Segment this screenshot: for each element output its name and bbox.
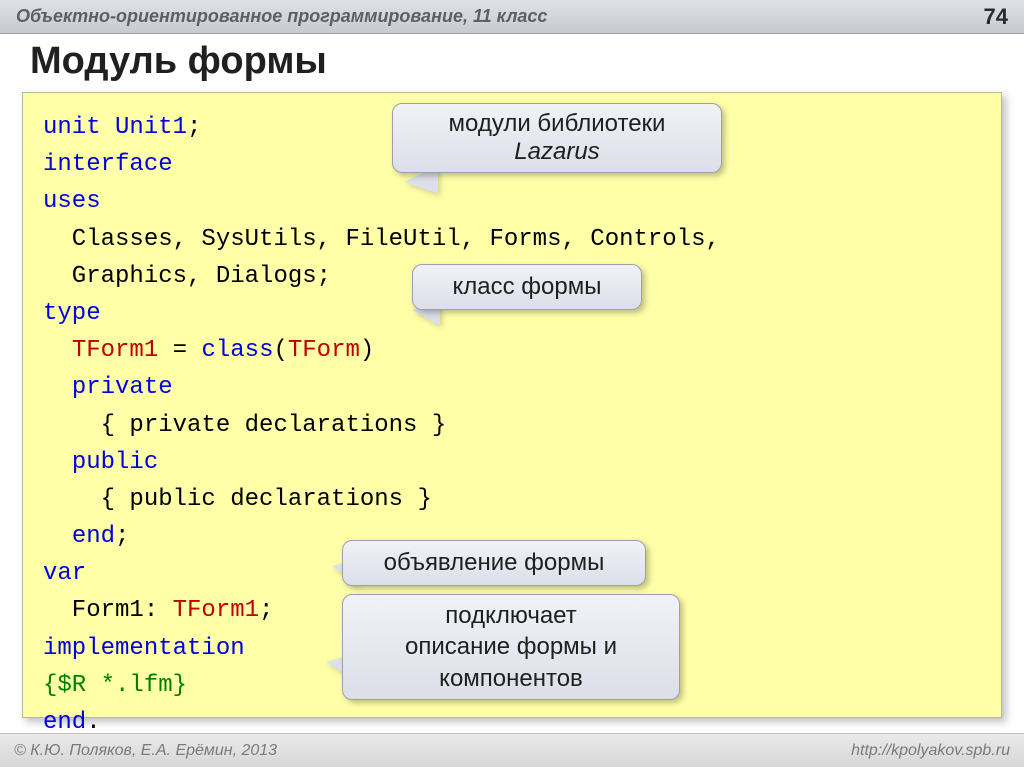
callout-lfm-include: подключает описание формы и компонентов [342,594,680,700]
comment-private: { private declarations } [43,412,446,439]
kw-private: private [72,374,173,401]
type-tform1: TForm1 [72,337,158,364]
callout-text: компонентов [439,663,583,694]
semicolon: ; [187,114,201,141]
callout-text: модули библиотеки [449,110,666,138]
slide: Объектно-ориентированное программировани… [0,0,1024,767]
kw-unit: unit [43,114,115,141]
header-bar: Объектно-ориентированное программировани… [0,0,1024,34]
indent [43,449,72,476]
kw-end: end [72,523,115,550]
id-unit1: Unit1 [115,114,187,141]
comment-public: { public declarations } [43,486,432,513]
eq: = [158,337,201,364]
paren-open: ( [273,337,287,364]
paren-close: ) [360,337,374,364]
callout-text: класс формы [453,273,602,301]
directive-r-lfm: {$R *.lfm} [43,672,187,699]
uses-list-1: Classes, SysUtils, FileUtil, Forms, Cont… [43,226,720,253]
page-number: 74 [984,4,1008,30]
type-tform: TForm [288,337,360,364]
callout-form-declaration: объявление формы [342,540,646,586]
footer-copyright: © К.Ю. Поляков, Е.А. Ерёмин, 2013 [14,742,277,760]
period: . [86,709,100,736]
kw-interface: interface [43,151,173,178]
footer-bar: © К.Ю. Поляков, Е.А. Ерёмин, 2013 http:/… [0,733,1024,767]
header-title: Объектно-ориентированное программировани… [16,6,547,27]
footer-url: http://kpolyakov.spb.ru [851,742,1010,760]
kw-implementation: implementation [43,635,245,662]
indent [43,374,72,401]
callout-text: подключает [445,600,576,631]
var-form1: Form1: [43,597,173,624]
indent [43,523,72,550]
callout-form-class: класс формы [412,264,642,310]
slide-title: Модуль формы [30,40,327,83]
kw-var: var [43,560,86,587]
kw-class: class [201,337,273,364]
kw-type: type [43,300,101,327]
callout-lazarus-modules: модули библиотеки Lazarus [392,103,722,173]
callout-text: объявление формы [384,549,605,577]
indent [43,337,72,364]
kw-public: public [72,449,158,476]
callout-text-italic: Lazarus [514,138,599,166]
kw-end-2: end [43,709,86,736]
kw-uses: uses [43,188,101,215]
uses-list-2: Graphics, Dialogs; [43,263,331,290]
callout-text: описание формы и [405,631,617,662]
semicolon: ; [115,523,129,550]
type-tform1-2: TForm1 [173,597,259,624]
semicolon: ; [259,597,273,624]
